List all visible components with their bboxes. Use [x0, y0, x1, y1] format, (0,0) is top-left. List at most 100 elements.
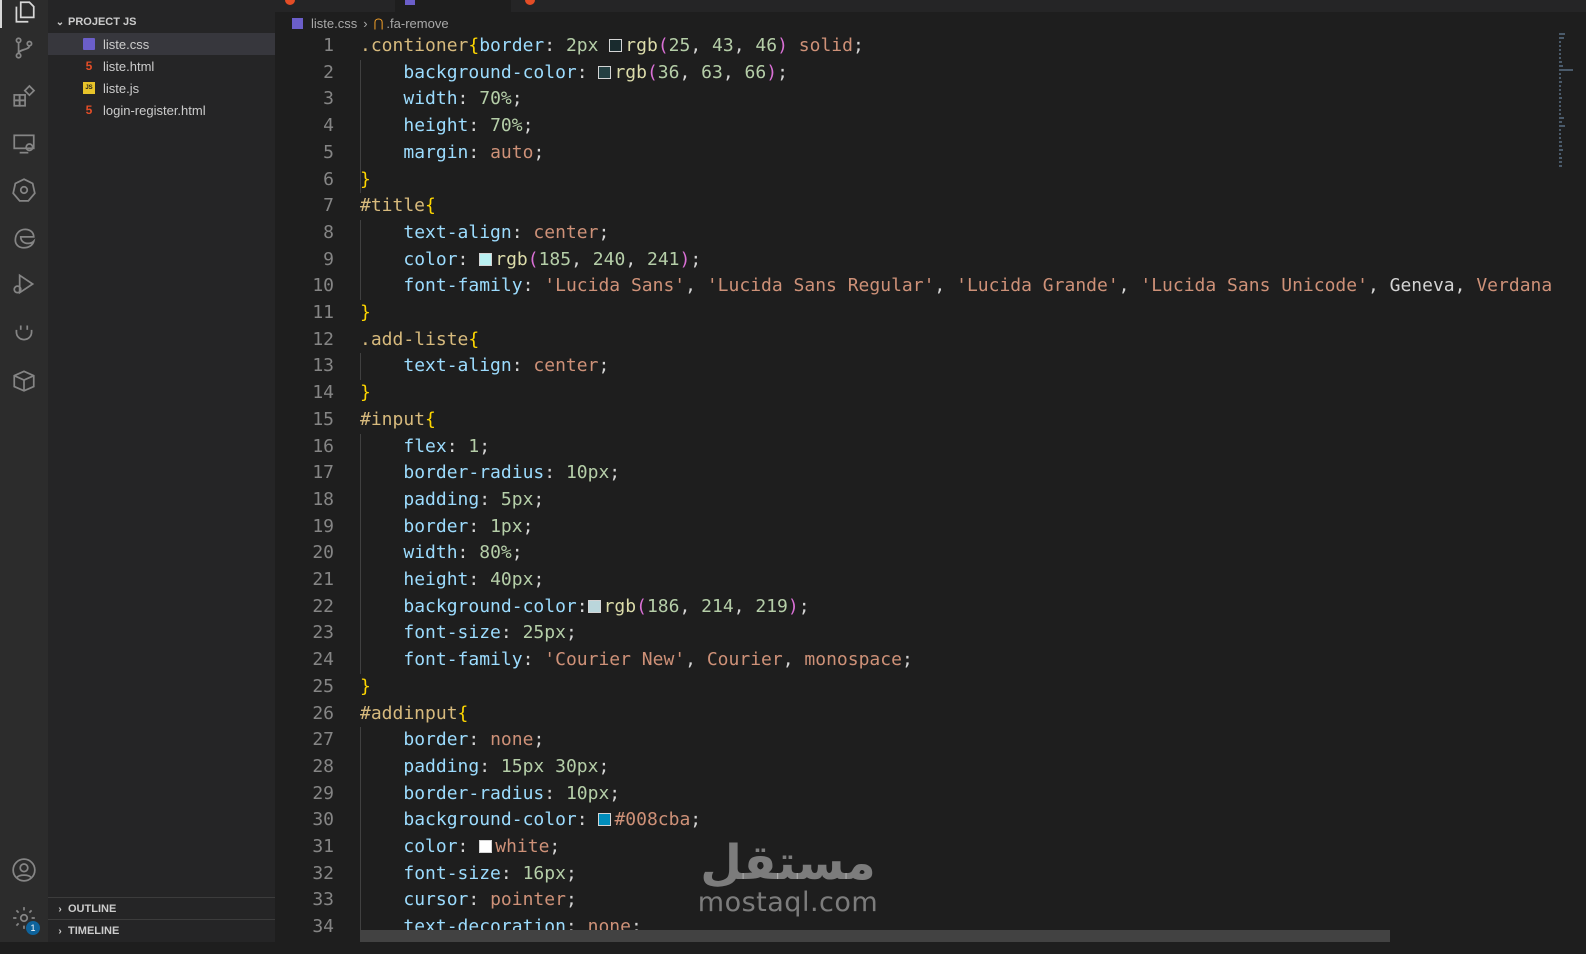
- code-line[interactable]: text-align: center;: [360, 353, 609, 380]
- minimap-line: [1559, 89, 1561, 91]
- code-editor[interactable]: .contioner{border: 2px rgb(25, 43, 46) s…: [360, 33, 1556, 945]
- js-file-icon: JS: [83, 82, 95, 94]
- breadcrumb-symbol[interactable]: .fa-remove: [386, 16, 448, 31]
- code-line[interactable]: font-family: 'Courier New', Courier, mon…: [360, 647, 912, 674]
- line-number: 12: [312, 328, 334, 350]
- line-number: 27: [312, 729, 334, 751]
- remote-explorer-icon[interactable]: [0, 124, 48, 164]
- color-swatch[interactable]: [479, 252, 493, 266]
- minimap-line: [1559, 109, 1561, 111]
- minimap-line: [1559, 157, 1562, 159]
- code-line[interactable]: .contioner{border: 2px rgb(25, 43, 46) s…: [360, 33, 864, 60]
- minimap-line: [1559, 161, 1562, 163]
- code-line[interactable]: flex: 1;: [360, 434, 490, 461]
- code-line[interactable]: background-color: rgb(36, 63, 66);: [360, 60, 788, 87]
- minimap-line: [1559, 145, 1562, 147]
- line-number: 15: [312, 408, 334, 430]
- code-line[interactable]: color: rgb(185, 240, 241);: [360, 247, 701, 274]
- line-number: 19: [312, 515, 334, 537]
- color-swatch[interactable]: [598, 813, 612, 827]
- project-section-header[interactable]: ⌄ PROJECT JS: [48, 11, 275, 33]
- code-line[interactable]: }: [360, 300, 371, 327]
- code-line[interactable]: border: 1px;: [360, 514, 533, 541]
- code-line[interactable]: border-radius: 10px;: [360, 460, 620, 487]
- minimap[interactable]: [1555, 33, 1575, 183]
- html-file-icon: 5: [85, 103, 93, 117]
- color-swatch[interactable]: [609, 39, 623, 52]
- file-item-liste-html[interactable]: 5 liste.html: [48, 55, 275, 77]
- run-debug-icon[interactable]: [0, 264, 48, 304]
- code-line[interactable]: width: 70%;: [360, 86, 522, 113]
- code-line[interactable]: width: 80%;: [360, 540, 522, 567]
- code-line[interactable]: background-color: #008cba;: [360, 807, 701, 834]
- outline-section-header[interactable]: › OUTLINE: [48, 898, 275, 920]
- minimap-line: [1559, 129, 1561, 131]
- source-control-icon[interactable]: [0, 28, 48, 68]
- live-share-icon[interactable]: [0, 312, 48, 352]
- edge-icon[interactable]: [0, 218, 48, 258]
- code-line[interactable]: #input{: [360, 407, 436, 434]
- code-line[interactable]: }: [360, 674, 371, 701]
- code-line[interactable]: padding: 15px 30px;: [360, 754, 609, 781]
- chevron-right-icon: ›: [363, 15, 368, 31]
- chevron-right-icon: ›: [58, 925, 62, 937]
- code-line[interactable]: }: [360, 167, 371, 194]
- line-number: 25: [312, 675, 334, 697]
- file-item-login-register-html[interactable]: 5 login-register.html: [48, 99, 275, 121]
- horizontal-scrollbar[interactable]: [360, 930, 1390, 942]
- code-line[interactable]: color: white;: [360, 834, 560, 861]
- outline-label: OUTLINE: [68, 903, 117, 915]
- breadcrumb-file[interactable]: liste.css: [311, 16, 357, 31]
- css-tab-icon: [405, 0, 415, 5]
- minimap-line: [1559, 117, 1564, 119]
- minimap-line: [1559, 113, 1561, 115]
- line-number: 22: [312, 595, 334, 617]
- code-line[interactable]: #title{: [360, 193, 436, 220]
- line-number: 9: [323, 248, 334, 270]
- code-line[interactable]: .add-liste{: [360, 327, 479, 354]
- extensions-icon[interactable]: [0, 76, 48, 116]
- line-number: 7: [323, 195, 334, 217]
- code-line[interactable]: font-size: 16px;: [360, 861, 576, 888]
- color-swatch[interactable]: [587, 599, 601, 613]
- code-line[interactable]: height: 40px;: [360, 567, 544, 594]
- minimap-line: [1559, 137, 1561, 139]
- code-line[interactable]: background-color: rgb(186, 214, 219);: [360, 594, 809, 621]
- chevron-right-icon: ›: [58, 903, 62, 915]
- line-number: 29: [312, 782, 334, 804]
- minimap-line: [1559, 105, 1561, 107]
- code-line[interactable]: }: [360, 380, 371, 407]
- file-item-liste-js[interactable]: JS liste.js: [48, 77, 275, 99]
- code-line[interactable]: margin: auto;: [360, 140, 544, 167]
- color-swatch[interactable]: [479, 840, 493, 853]
- code-line[interactable]: height: 70%;: [360, 113, 533, 140]
- line-number: 26: [312, 702, 334, 724]
- timeline-label: TIMELINE: [68, 925, 120, 937]
- code-line[interactable]: border-radius: 10px;: [360, 781, 620, 808]
- file-item-liste-css[interactable]: liste.css: [48, 33, 275, 55]
- file-name: liste.js: [103, 80, 140, 96]
- line-number: 34: [312, 916, 334, 938]
- color-swatch[interactable]: [598, 65, 612, 79]
- account-icon[interactable]: [0, 850, 48, 890]
- editor-area: liste.css › ⋂ .fa-remove 1 2 3 4 5 6 7 8 9 10 11 12…: [275, 0, 1586, 954]
- code-line[interactable]: text-align: center;: [360, 220, 609, 247]
- code-line[interactable]: cursor: pointer;: [360, 887, 576, 914]
- code-line[interactable]: padding: 5px;: [360, 487, 544, 514]
- package-icon[interactable]: [0, 360, 48, 400]
- watermark-latin: mostaql.com: [697, 887, 879, 918]
- code-line[interactable]: border: none;: [360, 727, 544, 754]
- code-line[interactable]: #addinput{: [360, 701, 468, 728]
- minimap-line: [1559, 73, 1561, 75]
- html-tab-icon: [285, 0, 295, 5]
- code-line[interactable]: font-family: 'Lucida Sans', 'Lucida Sans…: [360, 273, 1552, 300]
- minimap-line: [1559, 93, 1561, 95]
- code-line[interactable]: font-size: 25px;: [360, 620, 576, 647]
- mostaql-watermark: مستقل mostaql.com: [688, 838, 888, 928]
- css-file-icon: [83, 38, 95, 50]
- kubernetes-icon[interactable]: [0, 170, 48, 210]
- html-tab-icon: [525, 0, 535, 5]
- minimap-line: [1559, 125, 1565, 127]
- timeline-section-header[interactable]: › TIMELINE: [48, 920, 275, 942]
- settings-gear-icon[interactable]: [0, 898, 48, 938]
